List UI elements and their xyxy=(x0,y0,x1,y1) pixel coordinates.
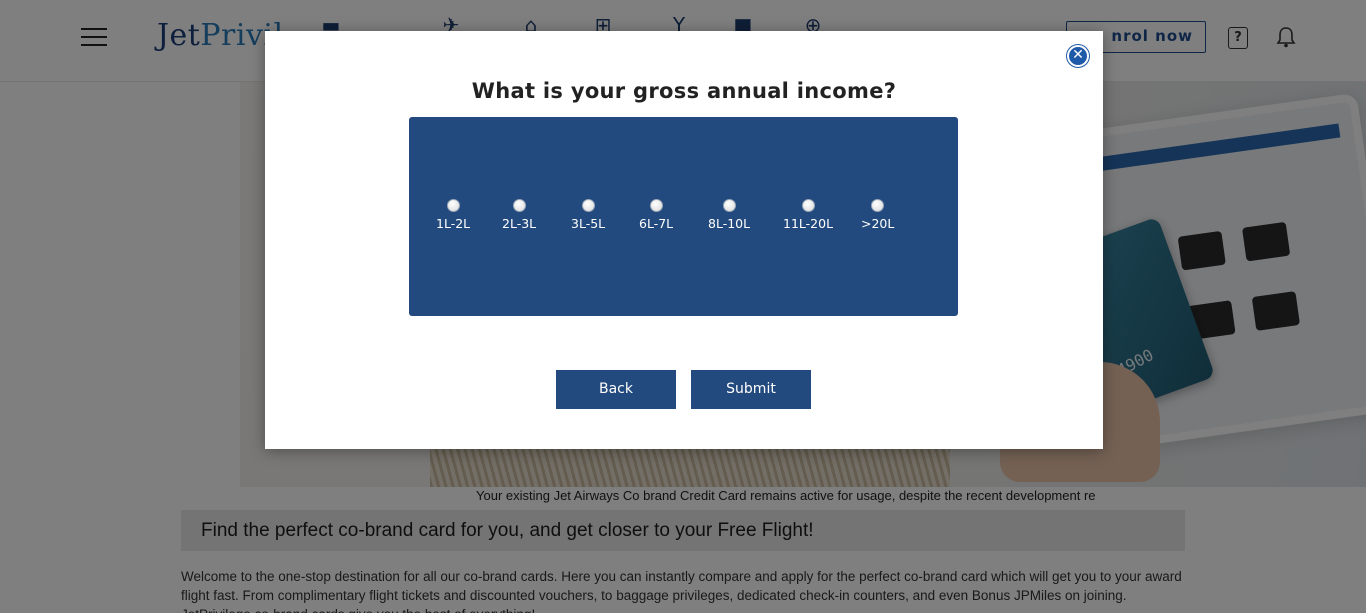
radio-button[interactable] xyxy=(722,199,736,212)
radio-button[interactable] xyxy=(801,199,815,212)
close-icon[interactable]: ✕ xyxy=(1067,45,1089,67)
income-option-8l-10l[interactable]: 8L-10L xyxy=(708,199,750,231)
income-option-11l-20l[interactable]: 11L-20L xyxy=(783,199,833,231)
radio-button[interactable] xyxy=(871,199,885,212)
radio-button[interactable] xyxy=(649,199,663,212)
option-label: 6L-7L xyxy=(639,216,674,231)
income-option-20l-plus[interactable]: >20L xyxy=(861,199,894,231)
option-label: 1L-2L xyxy=(436,216,471,231)
income-option-1l-2l[interactable]: 1L-2L xyxy=(436,199,470,231)
radio-button[interactable] xyxy=(581,199,595,212)
radio-button[interactable] xyxy=(446,199,460,212)
income-option-6l-7l[interactable]: 6L-7L xyxy=(639,199,673,231)
option-label: 8L-10L xyxy=(708,216,751,231)
back-button[interactable]: Back xyxy=(556,370,676,409)
dialog-title: What is your gross annual income? xyxy=(471,79,897,103)
option-label: 11L-20L xyxy=(783,216,834,231)
option-label: >20L xyxy=(861,216,895,231)
option-label: 2L-3L xyxy=(502,216,537,231)
submit-button[interactable]: Submit xyxy=(691,370,811,409)
income-option-3l-5l[interactable]: 3L-5L xyxy=(571,199,605,231)
income-option-2l-3l[interactable]: 2L-3L xyxy=(502,199,536,231)
income-dialog: ✕ What is your gross annual income? 1L-2… xyxy=(265,31,1103,449)
option-label: 3L-5L xyxy=(571,216,606,231)
radio-button[interactable] xyxy=(512,199,526,212)
income-options-panel: 1L-2L 2L-3L 3L-5L 6L-7L 8L-10L 11L-20L >… xyxy=(409,117,958,316)
